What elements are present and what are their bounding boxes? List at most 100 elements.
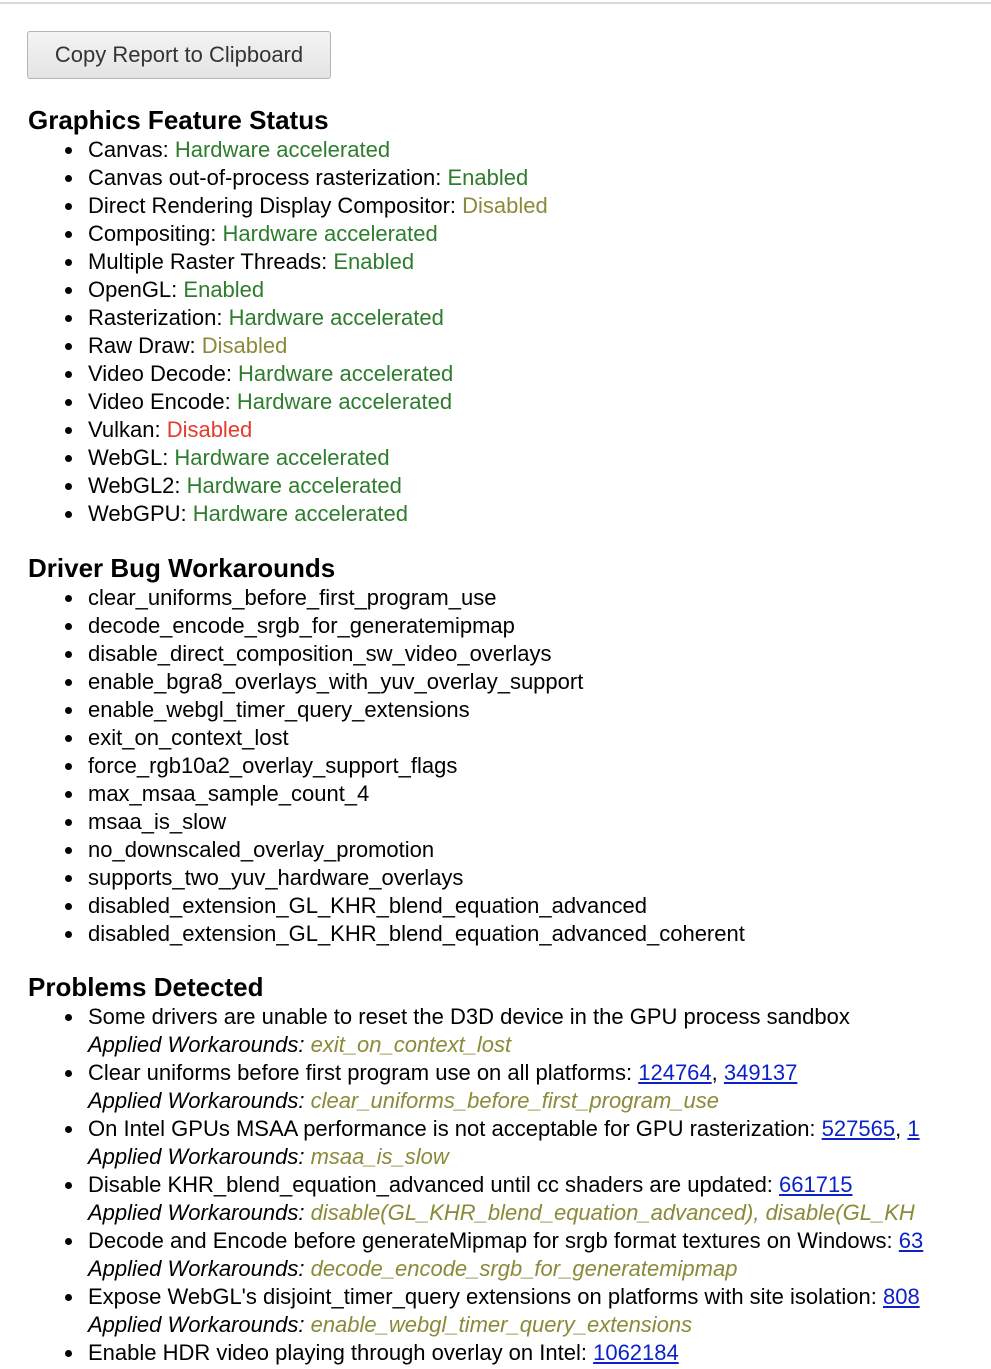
bug-link[interactable]: 661715 [779, 1172, 852, 1197]
workaround-item: msaa_is_slow [28, 808, 991, 836]
problem-item: Expose WebGL's disjoint_timer_query exte… [28, 1283, 991, 1339]
feature-name: WebGPU [88, 501, 181, 526]
feature-status-value: Hardware accelerated [174, 445, 390, 470]
feature-status-value: Hardware accelerated [236, 389, 453, 414]
workaround-item: disabled_extension_GL_KHR_blend_equation… [28, 892, 991, 920]
workaround-item: decode_encode_srgb_for_generatemipmap [28, 612, 991, 640]
feature-status-value: Enabled [447, 165, 529, 190]
feature-status-item: Direct Rendering Display Compositor: Dis… [28, 192, 991, 220]
bug-link[interactable]: 1 [907, 1116, 919, 1141]
applied-workarounds-label: Applied Workarounds: [88, 1200, 305, 1225]
feature-name: Canvas [88, 137, 163, 162]
applied-workarounds-line: Applied Workarounds: decode_encode_srgb_… [88, 1255, 991, 1283]
workaround-item: no_downscaled_overlay_promotion [28, 836, 991, 864]
problem-description: Decode and Encode before generateMipmap … [88, 1228, 893, 1253]
feature-name: OpenGL [88, 277, 172, 302]
feature-separator: : [189, 333, 202, 358]
feature-status-value: Disabled [166, 417, 253, 442]
feature-separator: : [449, 193, 463, 218]
feature-separator: : [210, 221, 223, 246]
workaround-item: enable_bgra8_overlays_with_yuv_overlay_s… [28, 668, 991, 696]
feature-separator: : [162, 445, 175, 470]
workaround-item: exit_on_context_lost [28, 724, 991, 752]
problems-detected-section: Problems Detected Some drivers are unabl… [28, 971, 991, 1367]
copy-report-button[interactable]: Copy Report to Clipboard [27, 31, 331, 79]
problem-item: Clear uniforms before first program use … [28, 1059, 991, 1115]
feature-name: WebGL2 [88, 473, 175, 498]
problem-description: Clear uniforms before first program use … [88, 1060, 633, 1085]
feature-status-item: Raw Draw: Disabled [28, 332, 991, 360]
feature-separator: : [435, 165, 448, 190]
applied-workarounds-line: Applied Workarounds: clear_uniforms_befo… [88, 1087, 991, 1115]
feature-name: Canvas out-of-process rasterization [88, 165, 436, 190]
feature-separator: : [174, 473, 187, 498]
workaround-item: supports_two_yuv_hardware_overlays [28, 864, 991, 892]
problems-detected-heading: Problems Detected [28, 972, 264, 1002]
problem-line: Clear uniforms before first program use … [88, 1059, 991, 1087]
feature-status-list: Canvas: Hardware accelerated Canvas out-o… [28, 136, 991, 528]
applied-workarounds-label: Applied Workarounds: [88, 1088, 305, 1113]
problem-description: Some drivers are unable to reset the D3D… [88, 1004, 850, 1029]
applied-workarounds-value: disable(GL_KHR_blend_equation_advanced),… [310, 1200, 915, 1225]
feature-separator: : [225, 361, 239, 386]
problems-list: Some drivers are unable to reset the D3D… [28, 1003, 991, 1367]
problem-item: Some drivers are unable to reset the D3D… [28, 1003, 991, 1059]
link-separator: , [711, 1060, 724, 1085]
feature-separator: : [321, 249, 334, 274]
feature-status-value: Hardware accelerated [222, 221, 438, 246]
problem-item: Decode and Encode before generateMipmap … [28, 1227, 991, 1283]
problem-description: Expose WebGL's disjoint_timer_query exte… [88, 1284, 877, 1309]
feature-status-value: Hardware accelerated [228, 305, 444, 330]
applied-workarounds-label: Applied Workarounds: [88, 1312, 305, 1337]
feature-status-value: Enabled [183, 277, 265, 302]
feature-status-item: OpenGL: Enabled [28, 276, 991, 304]
problem-description: On Intel GPUs MSAA performance is not ac… [88, 1116, 816, 1141]
problem-line: Expose WebGL's disjoint_timer_query exte… [88, 1283, 991, 1311]
workaround-item: enable_webgl_timer_query_extensions [28, 696, 991, 724]
feature-status-item: Compositing: Hardware accelerated [28, 220, 991, 248]
feature-status-item: WebGL2: Hardware accelerated [28, 472, 991, 500]
problem-item: Enable HDR video playing through overlay… [28, 1339, 991, 1367]
bug-link[interactable]: 349137 [724, 1060, 797, 1085]
feature-separator: : [180, 501, 193, 526]
applied-workarounds-line: Applied Workarounds: disable(GL_KHR_blen… [88, 1199, 991, 1227]
feature-name: WebGL [88, 445, 163, 470]
feature-name: Video Encode [88, 389, 225, 414]
applied-workarounds-line: Applied Workarounds: enable_webgl_timer_… [88, 1311, 991, 1339]
problem-description: Enable HDR video playing through overlay… [88, 1340, 587, 1365]
bug-link[interactable]: 63 [899, 1228, 923, 1253]
applied-workarounds-label: Applied Workarounds: [88, 1144, 305, 1169]
workaround-item: force_rgb10a2_overlay_support_flags [28, 752, 991, 780]
feature-status-item: Rasterization: Hardware accelerated [28, 304, 991, 332]
feature-separator: : [171, 277, 184, 302]
applied-workarounds-value: enable_webgl_timer_query_extensions [310, 1312, 693, 1337]
workaround-item: clear_uniforms_before_first_program_use [28, 584, 991, 612]
feature-name: Multiple Raster Threads [88, 249, 322, 274]
feature-status-value: Hardware accelerated [174, 137, 391, 162]
applied-workarounds-value: exit_on_context_lost [310, 1032, 512, 1057]
feature-status-item: Video Encode: Hardware accelerated [28, 388, 991, 416]
top-divider [0, 2, 991, 4]
feature-status-value: Hardware accelerated [186, 473, 402, 498]
bug-link[interactable]: 124764 [638, 1060, 711, 1085]
bug-link[interactable]: 527565 [822, 1116, 895, 1141]
applied-workarounds-label: Applied Workarounds: [88, 1032, 305, 1057]
feature-status-value: Disabled [201, 333, 288, 358]
graphics-feature-status-section: Graphics Feature Status Canvas: Hardware… [28, 104, 991, 528]
feature-status-item: Vulkan: Disabled [28, 416, 991, 444]
feature-status-item: WebGL: Hardware accelerated [28, 444, 991, 472]
feature-status-value: Hardware accelerated [238, 361, 454, 386]
applied-workarounds-value: decode_encode_srgb_for_generatemipmap [310, 1256, 738, 1281]
problem-line: On Intel GPUs MSAA performance is not ac… [88, 1115, 991, 1143]
feature-name: Video Decode [88, 361, 226, 386]
feature-separator: : [154, 417, 167, 442]
bug-link[interactable]: 808 [883, 1284, 920, 1309]
feature-name: Compositing [88, 221, 211, 246]
feature-name: Raw Draw [88, 333, 190, 358]
workaround-item: max_msaa_sample_count_4 [28, 780, 991, 808]
feature-separator: : [216, 305, 229, 330]
applied-workarounds-value: msaa_is_slow [310, 1144, 449, 1169]
applied-workarounds-line: Applied Workarounds: msaa_is_slow [88, 1143, 991, 1171]
workaround-item: disabled_extension_GL_KHR_blend_equation… [28, 920, 991, 948]
bug-link[interactable]: 1062184 [593, 1340, 679, 1365]
